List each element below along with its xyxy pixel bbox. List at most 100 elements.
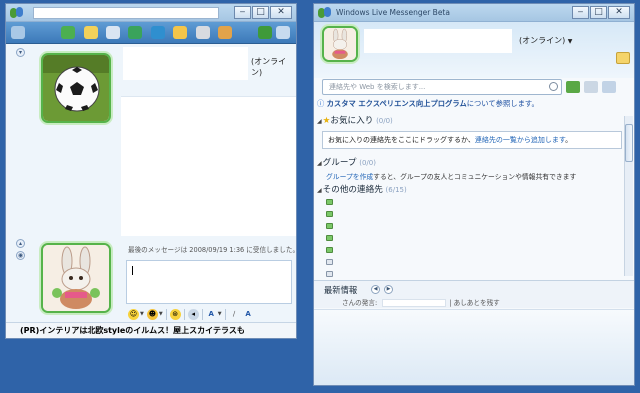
messenger-icon [317, 6, 333, 20]
conversation-area [121, 96, 296, 236]
contact-status-icon[interactable] [326, 259, 333, 265]
activities-icon[interactable] [151, 26, 165, 39]
notice-bold: カスタマ エクスペリエンス向上プログラム [326, 99, 467, 108]
my-avatar[interactable] [41, 243, 111, 313]
contact-status-icon[interactable] [326, 235, 333, 241]
hint-end: 。 [565, 136, 573, 144]
separator [183, 308, 185, 320]
contact-status-icon[interactable] [326, 199, 333, 205]
maximize-button[interactable]: □ [590, 6, 607, 19]
contact-status-icon[interactable] [326, 211, 333, 217]
news-prefix: さんの発言: [342, 299, 380, 307]
group-other-contacts[interactable]: ◢その他の連絡先 (6/15) [317, 183, 407, 195]
info-icon: ⓘ [317, 99, 325, 108]
maximize-button[interactable]: □ [252, 6, 269, 19]
minimize-button[interactable]: ‒ [572, 6, 589, 19]
contact-status-icon[interactable] [326, 247, 333, 253]
customer-experience-notice[interactable]: ⓘ カスタマ エクスペリエンス向上プログラムについて参照します。 [317, 99, 539, 109]
group-favorites[interactable]: ◢★お気に入り (0/0) [317, 114, 393, 126]
create-group-link[interactable]: グループを作成 [326, 173, 373, 181]
status-dropdown-icon[interactable]: ▼ [568, 38, 573, 45]
group-label: お気に入り [330, 116, 374, 126]
emoticon-icon[interactable]: ☺ [128, 308, 139, 320]
font-icon[interactable]: A [206, 309, 217, 320]
handwriting-icon[interactable]: ∕ [229, 309, 240, 320]
options-menu-icon[interactable] [276, 26, 290, 39]
messenger-icon [9, 6, 25, 20]
notice-rest: について参照します。 [466, 99, 539, 108]
messenger-window: Windows Live Messenger Beta ‒ □ ✕ (オンライン… [313, 3, 635, 386]
emoticon-dropdown-icon[interactable]: ▼ [140, 311, 144, 317]
next-news-icon[interactable]: ▶ [384, 285, 393, 294]
add-contact-icon[interactable] [566, 81, 580, 93]
invite-icon[interactable] [61, 26, 75, 39]
voice-clip-icon[interactable]: ◂ [187, 308, 199, 320]
contact-tools [566, 81, 616, 93]
my-status-text: (オンライン) [519, 36, 566, 45]
chat-toolbar [6, 22, 296, 44]
group-count: (0/0) [359, 159, 376, 167]
contact-avatar[interactable] [41, 53, 111, 123]
close-button[interactable]: ✕ [270, 6, 292, 19]
chat-window: ‒ □ ✕ ▾ (オンライン) ▴ ◉ 最後のメッセージは 2008/09/19… [5, 3, 297, 339]
search-icon[interactable] [549, 82, 558, 91]
change-view-icon[interactable] [584, 81, 598, 93]
search-input[interactable]: 連絡先や Web を検索します... [322, 79, 562, 95]
whats-new-title: 最新情報 [324, 285, 358, 295]
call-icon[interactable] [128, 26, 142, 39]
hint-text: お気に入りの連絡先をここにドラッグするか、 [328, 136, 475, 144]
games-icon[interactable] [173, 26, 187, 39]
contact-list: ◢★お気に入り (0/0) お気に入りの連絡先をここにドラッグするか、連絡先の一… [314, 111, 626, 281]
add-from-list-link[interactable]: 連絡先の一覧から追加します [475, 136, 565, 144]
close-button[interactable]: ✕ [608, 6, 630, 19]
collapse-contact-icon[interactable]: ▾ [16, 48, 25, 57]
message-input[interactable] [126, 260, 292, 304]
share-files-icon[interactable] [84, 26, 98, 39]
text-caret [132, 266, 133, 275]
contact-status-icon[interactable] [326, 271, 333, 277]
contact-list-scrollbar[interactable] [624, 116, 633, 276]
text-icon[interactable]: A [243, 309, 254, 320]
menu-icon[interactable] [11, 26, 25, 39]
news-item[interactable]: さんの発言: | あしあとを残す [342, 297, 500, 307]
news-blank [382, 299, 447, 307]
group-label: その他の連絡先 [322, 185, 383, 195]
show-menu-icon[interactable] [602, 81, 616, 93]
nudge-icon[interactable]: ⊛ [169, 308, 181, 320]
whats-new-panel: 最新情報 ◀ ▶ さんの発言: | あしあとを残す [314, 280, 634, 308]
profile-area: (オンライン) ▼ [314, 22, 634, 78]
group-count: (0/0) [376, 117, 393, 125]
draw-icon[interactable] [258, 26, 272, 39]
group-groups[interactable]: ◢グループ (0/0) [317, 156, 376, 168]
minimize-button[interactable]: ‒ [234, 6, 251, 19]
scrollbar-thumb[interactable] [625, 124, 633, 162]
mail-icon[interactable] [616, 52, 630, 64]
wink-dropdown-icon[interactable]: ▼ [159, 311, 163, 317]
bunny-picture [324, 28, 356, 60]
expand-arrow-icon: ◢ [317, 187, 322, 194]
my-status[interactable]: (オンライン) ▼ [519, 35, 572, 46]
groups-hint: グループを作成すると、グループの友人とコミュニケーションや情報共有できます [326, 171, 576, 181]
bunny-picture [43, 245, 109, 311]
webcam-icon[interactable]: ◉ [16, 251, 25, 260]
font-dropdown-icon[interactable]: ▼ [218, 311, 222, 317]
contact-status-icon[interactable] [326, 223, 333, 229]
previous-news-icon[interactable]: ◀ [371, 285, 380, 294]
formatting-bar: ☺ ▼ ☻ ▼ ⊛ ◂ A ▼ ∕ A [126, 306, 294, 322]
ad-banner[interactable]: (PR)インテリアは北欧styleのイルムス！屋上スカイテラスも [6, 322, 296, 338]
collapse-self-icon[interactable]: ▴ [16, 239, 25, 248]
wink-icon[interactable]: ☻ [146, 308, 158, 320]
expand-arrow-icon: ◢ [317, 118, 322, 125]
my-name-field[interactable] [364, 29, 512, 53]
leave-footprint-link[interactable]: | あしあとを残す [449, 299, 499, 307]
block-icon[interactable] [196, 26, 210, 39]
video-call-icon[interactable] [106, 26, 120, 39]
my-display-picture[interactable] [322, 26, 358, 62]
messenger-title-bar: Windows Live Messenger Beta ‒ □ ✕ [314, 4, 634, 22]
expand-arrow-icon: ◢ [317, 160, 322, 167]
contact-status: (オンライン) [251, 57, 287, 77]
chat-title-field [33, 7, 219, 19]
display-picture-icon[interactable] [218, 26, 232, 39]
separator [224, 308, 226, 320]
contact-name-field [123, 47, 248, 80]
